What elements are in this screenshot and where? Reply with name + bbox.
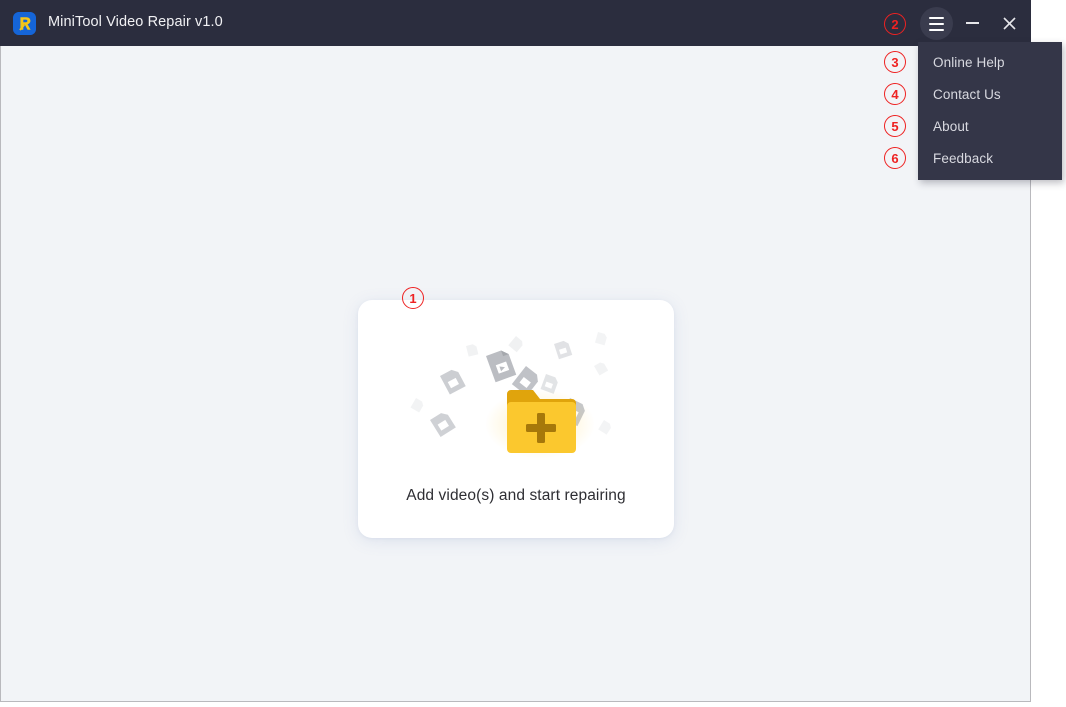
annotation-badge-3: 3 bbox=[884, 51, 906, 73]
menu-bar-1 bbox=[929, 16, 944, 19]
application-window: MiniTool Video Repair v1.0 Add video(s) … bbox=[0, 0, 1031, 702]
folder-add-video-icon bbox=[507, 390, 576, 453]
menu-bar-2 bbox=[929, 22, 944, 25]
menu-item-about[interactable]: About bbox=[918, 110, 1062, 142]
add-video-illustration bbox=[358, 328, 674, 476]
hamburger-menu-icon[interactable] bbox=[920, 7, 953, 40]
annotation-badge-4: 4 bbox=[884, 83, 906, 105]
titlebar-dropdown-menu: Online Help Contact Us About Feedback bbox=[918, 42, 1062, 180]
minitool-r-logo-icon bbox=[13, 12, 36, 35]
menu-item-online-help[interactable]: Online Help bbox=[918, 46, 1062, 78]
content-area: Add video(s) and start repairing bbox=[1, 46, 1030, 701]
menu-item-feedback[interactable]: Feedback bbox=[918, 142, 1062, 174]
minimize-icon[interactable] bbox=[959, 12, 985, 34]
title-bar: MiniTool Video Repair v1.0 bbox=[0, 0, 1031, 46]
close-icon[interactable] bbox=[996, 11, 1022, 35]
screenshot-root: MiniTool Video Repair v1.0 Add video(s) … bbox=[0, 0, 1066, 707]
add-video-drop-card[interactable]: Add video(s) and start repairing bbox=[358, 300, 674, 538]
annotation-badge-1: 1 bbox=[402, 287, 424, 309]
annotation-badge-5: 5 bbox=[884, 115, 906, 137]
menu-bar-3 bbox=[929, 28, 944, 31]
minimize-dash bbox=[965, 22, 979, 24]
add-video-card-label: Add video(s) and start repairing bbox=[406, 487, 626, 504]
annotation-badge-2: 2 bbox=[884, 13, 906, 35]
annotation-badge-6: 6 bbox=[884, 147, 906, 169]
window-title: MiniTool Video Repair v1.0 bbox=[48, 14, 223, 30]
menu-item-contact-us[interactable]: Contact Us bbox=[918, 78, 1062, 110]
